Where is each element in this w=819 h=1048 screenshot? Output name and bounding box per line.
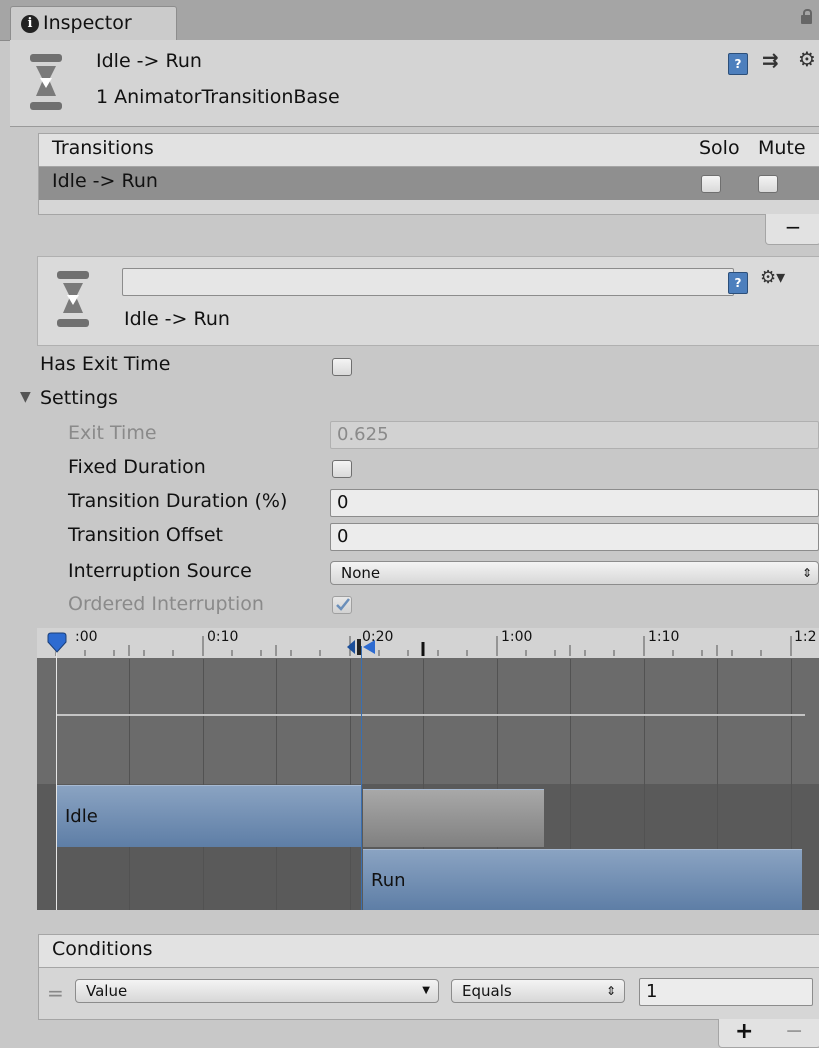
- foldout-arrow-icon[interactable]: ▼: [20, 389, 31, 405]
- track-idle-exit-region: [363, 789, 544, 847]
- ordered-interruption-checkbox: [332, 596, 352, 614]
- ruler-ticks: [55, 636, 792, 656]
- transition-duration-field[interactable]: 0: [330, 489, 819, 517]
- remove-transition-button[interactable]: −: [765, 214, 819, 245]
- condition-mode-value: Equals: [462, 982, 512, 1000]
- inspector-header: Idle -> Run 1 AnimatorTransitionBase ? ⇉…: [10, 40, 819, 127]
- has-exit-time-label: Has Exit Time: [40, 353, 171, 375]
- ordered-interruption-label: Ordered Interruption: [68, 593, 264, 615]
- tick-label: 1:2: [794, 629, 817, 645]
- help-icon[interactable]: ?: [728, 272, 748, 294]
- fixed-duration-label: Fixed Duration: [68, 456, 206, 478]
- transition-panel-label: Idle -> Run: [124, 308, 230, 330]
- interruption-source-dropdown[interactable]: None ⇕: [330, 561, 819, 585]
- transition-handles-icon[interactable]: [345, 637, 379, 657]
- lock-icon[interactable]: [801, 9, 812, 24]
- transitions-list-header: Transitions Solo Mute: [39, 134, 819, 167]
- tab-label: Inspector: [43, 12, 132, 34]
- timeline-curve-area: [37, 659, 819, 784]
- transitions-header-label: Transitions: [52, 137, 154, 159]
- mute-checkbox[interactable]: [758, 175, 778, 193]
- conditions-header-label: Conditions: [52, 938, 153, 960]
- playhead-marker-icon[interactable]: [46, 632, 68, 654]
- settings-foldout[interactable]: Settings: [40, 387, 118, 409]
- solo-checkbox[interactable]: [701, 175, 721, 193]
- exit-time-label: Exit Time: [68, 422, 157, 444]
- transition-subtitle: 1 AnimatorTransitionBase: [96, 86, 340, 108]
- dropdown-arrow-icon: ▼: [422, 985, 430, 996]
- interruption-source-value: None: [341, 564, 381, 582]
- conditions-list: Conditions = Value ▼ Equals ⇕ 1: [38, 934, 819, 1020]
- track-run[interactable]: Run: [363, 849, 802, 910]
- transition-offset-field[interactable]: 0: [330, 523, 819, 551]
- remove-condition-button[interactable]: −: [785, 1019, 803, 1044]
- playhead-line: [56, 646, 57, 910]
- tick-label: :00: [75, 629, 98, 645]
- updown-arrows-icon: ⇕: [605, 984, 616, 998]
- has-exit-time-checkbox[interactable]: [332, 358, 352, 376]
- transition-row-label: Idle -> Run: [52, 170, 158, 192]
- checkmark-icon: [336, 598, 350, 611]
- info-icon: i: [21, 15, 39, 33]
- gear-icon[interactable]: ⚙: [798, 47, 816, 71]
- transition-name-input[interactable]: [122, 268, 734, 296]
- transition-title: Idle -> Run: [96, 50, 202, 72]
- transition-icon: [30, 54, 62, 110]
- tick-label: 1:00: [501, 629, 533, 645]
- gear-dropdown-icon[interactable]: ⚙▾: [760, 267, 785, 288]
- fixed-duration-checkbox[interactable]: [332, 460, 352, 478]
- updown-arrows-icon: ⇕: [801, 566, 812, 580]
- tick-label: 1:10: [648, 629, 680, 645]
- solo-header: Solo: [699, 137, 740, 159]
- tab-inspector[interactable]: i Inspector: [10, 6, 177, 41]
- condition-threshold-field[interactable]: 1: [639, 978, 813, 1006]
- conditions-add-remove: + −: [718, 1019, 819, 1048]
- transition-end-line: [361, 646, 362, 910]
- condition-parameter-dropdown[interactable]: Value ▼: [75, 979, 439, 1003]
- condition-mode-dropdown[interactable]: Equals ⇕: [451, 979, 625, 1003]
- transition-curve: [56, 714, 805, 716]
- tab-bar: i Inspector: [0, 0, 819, 41]
- transition-icon: [57, 271, 89, 327]
- track-idle[interactable]: Idle: [57, 785, 362, 847]
- add-condition-button[interactable]: +: [735, 1019, 753, 1044]
- help-icon[interactable]: ?: [728, 53, 748, 75]
- mute-header: Mute: [758, 137, 806, 159]
- transition-offset-label: Transition Offset: [68, 524, 224, 546]
- exit-time-field: 0.625: [330, 421, 819, 449]
- interruption-source-label: Interruption Source: [68, 560, 252, 582]
- condition-parameter-value: Value: [86, 982, 128, 1000]
- transition-panel-header: ? ⚙▾ Idle -> Run: [37, 256, 819, 346]
- tick-label: 0:10: [207, 629, 239, 645]
- transition-row[interactable]: Idle -> Run: [39, 167, 819, 200]
- transition-timeline[interactable]: :00 0:10 0:20 1:00 1:10 1:2 Idle Run: [37, 628, 819, 910]
- drag-handle-icon[interactable]: =: [47, 981, 64, 1005]
- transitions-list: Transitions Solo Mute Idle -> Run: [38, 133, 819, 215]
- presets-icon[interactable]: ⇉: [762, 48, 779, 72]
- timeline-ruler[interactable]: :00 0:10 0:20 1:00 1:10 1:2: [37, 628, 819, 659]
- transition-duration-label: Transition Duration (%): [68, 490, 288, 512]
- conditions-header: Conditions: [39, 935, 819, 968]
